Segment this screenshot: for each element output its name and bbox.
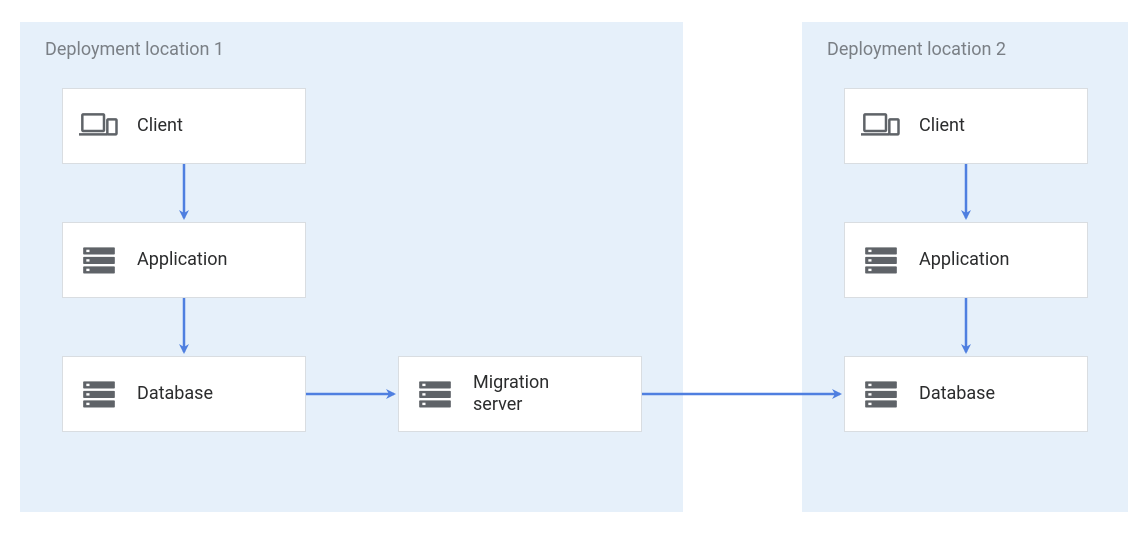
node-app-1: Application <box>62 222 306 298</box>
node-app-2-label: Application <box>919 249 1009 272</box>
node-migration-label: Migration server <box>473 372 549 417</box>
node-migration: Migration server <box>398 356 642 432</box>
node-client-1-label: Client <box>137 115 183 138</box>
zone-title-2: Deployment location 2 <box>827 39 1006 60</box>
server-icon <box>77 238 121 282</box>
node-client-1: Client <box>62 88 306 164</box>
node-db-2: Database <box>844 356 1088 432</box>
node-app-1-label: Application <box>137 249 227 272</box>
server-icon <box>859 238 903 282</box>
devices-icon <box>859 104 903 148</box>
server-icon <box>859 372 903 416</box>
node-db-2-label: Database <box>919 383 995 406</box>
server-icon <box>77 372 121 416</box>
node-client-2: Client <box>844 88 1088 164</box>
node-client-2-label: Client <box>919 115 965 138</box>
node-db-1: Database <box>62 356 306 432</box>
server-icon <box>413 372 457 416</box>
zone-title-1: Deployment location 1 <box>45 39 224 60</box>
devices-icon <box>77 104 121 148</box>
node-db-1-label: Database <box>137 383 213 406</box>
node-app-2: Application <box>844 222 1088 298</box>
